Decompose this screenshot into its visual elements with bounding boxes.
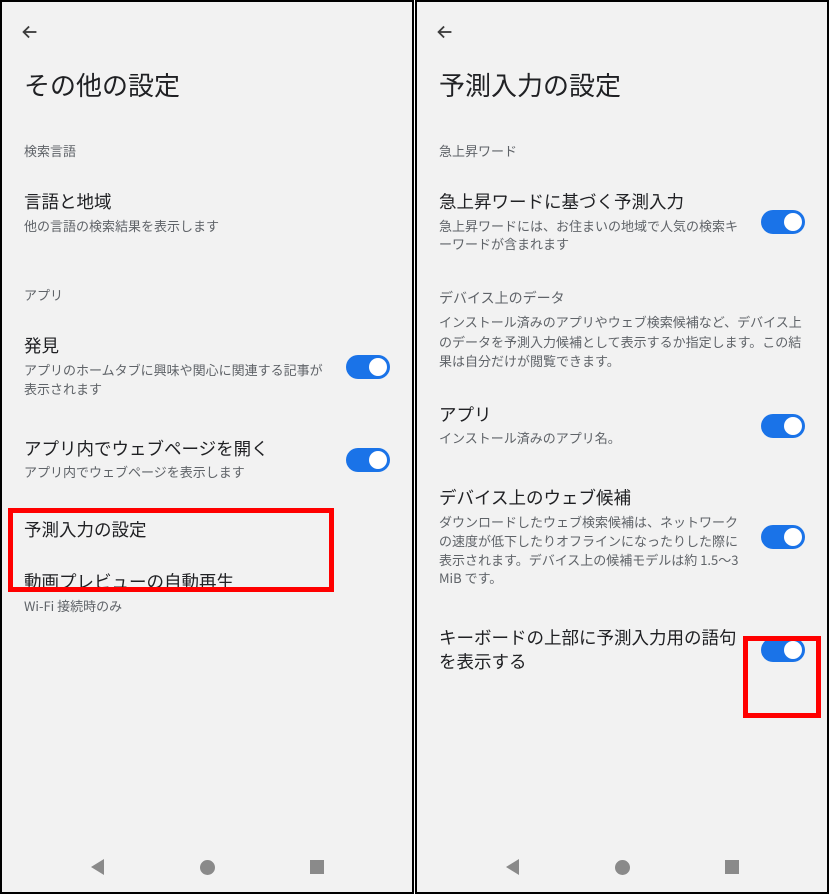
item-sub: ダウンロードしたウェブ検索候補は、ネットワークの速度が低下したりオフラインになっ… <box>439 513 749 588</box>
nav-back-icon[interactable] <box>503 858 521 876</box>
info-text: インストール済みのアプリやウェブ検索候補など、デバイス上のデータを予測入力候補と… <box>439 312 805 371</box>
topbar <box>2 2 412 48</box>
item-video-preview-autoplay[interactable]: 動画プレビューの自動再生 Wi-Fi 接続時のみ <box>24 564 390 629</box>
info-title: デバイス上のデータ <box>439 288 805 308</box>
item-title: アプリ <box>439 403 749 427</box>
section-trending: 急上昇ワード <box>439 129 805 176</box>
nav-home-icon[interactable] <box>198 858 216 876</box>
item-apps[interactable]: アプリ インストール済みのアプリ名。 <box>439 389 805 462</box>
item-device-web-candidates[interactable]: デバイス上のウェブ候補 ダウンロードしたウェブ検索候補は、ネットワークの速度が低… <box>439 472 805 602</box>
item-title: 急上昇ワードに基づく予測入力 <box>439 190 749 214</box>
item-keyboard-predictive-bar[interactable]: キーボードの上部に予測入力用の語句を表示する <box>439 612 805 687</box>
navbar <box>417 842 827 892</box>
item-trending-predictive[interactable]: 急上昇ワードに基づく予測入力 急上昇ワードには、お住まいの地域で人気の検索キーワ… <box>439 176 805 268</box>
back-icon[interactable] <box>433 20 457 44</box>
item-title: アプリ内でウェブページを開く <box>24 437 334 461</box>
device-data-info: デバイス上のデータ インストール済みのアプリやウェブ検索候補など、デバイス上のデ… <box>439 278 805 389</box>
item-open-web-in-app[interactable]: アプリ内でウェブページを開く アプリ内でウェブページを表示します <box>24 423 390 496</box>
nav-home-icon[interactable] <box>613 858 631 876</box>
section-search-language: 検索言語 <box>24 129 390 176</box>
toggle-keyboard-bar[interactable] <box>761 638 805 662</box>
nav-recent-icon[interactable] <box>308 858 326 876</box>
item-title: デバイス上のウェブ候補 <box>439 486 749 510</box>
item-sub: 急上昇ワードには、お住まいの地域で人気の検索キーワードが含まれます <box>439 217 749 255</box>
item-sub: アプリ内でウェブページを表示します <box>24 463 334 482</box>
item-language-region[interactable]: 言語と地域 他の言語の検索結果を表示します <box>24 176 390 249</box>
right-pane: 予測入力の設定 急上昇ワード 急上昇ワードに基づく予測入力 急上昇ワードには、お… <box>415 0 829 894</box>
page-title: その他の設定 <box>2 48 412 129</box>
item-discover[interactable]: 発見 アプリのホームタブに興味や関心に関連する記事が表示されます <box>24 320 390 412</box>
toggle-discover[interactable] <box>346 355 390 379</box>
content: 検索言語 言語と地域 他の言語の検索結果を表示します アプリ 発見 アプリのホー… <box>2 129 412 842</box>
toggle-open-in-app[interactable] <box>346 448 390 472</box>
item-sub: Wi-Fi 接続時のみ <box>24 597 390 616</box>
back-icon[interactable] <box>18 20 42 44</box>
nav-back-icon[interactable] <box>88 858 106 876</box>
item-sub: インストール済みのアプリ名。 <box>439 429 749 448</box>
toggle-trending[interactable] <box>761 210 805 234</box>
left-pane: その他の設定 検索言語 言語と地域 他の言語の検索結果を表示します アプリ 発見… <box>0 0 414 894</box>
item-title: 言語と地域 <box>24 190 390 214</box>
item-title: キーボードの上部に予測入力用の語句を表示する <box>439 626 749 673</box>
toggle-web-candidates[interactable] <box>761 525 805 549</box>
item-title: 発見 <box>24 334 334 358</box>
content: 急上昇ワード 急上昇ワードに基づく予測入力 急上昇ワードには、お住まいの地域で人… <box>417 129 827 842</box>
section-apps: アプリ <box>24 273 390 320</box>
item-title: 予測入力の設定 <box>24 518 390 542</box>
navbar <box>2 842 412 892</box>
nav-recent-icon[interactable] <box>723 858 741 876</box>
page-title: 予測入力の設定 <box>417 48 827 129</box>
item-predictive-input-settings[interactable]: 予測入力の設定 <box>24 496 390 564</box>
toggle-apps[interactable] <box>761 414 805 438</box>
topbar <box>417 2 827 48</box>
item-sub: 他の言語の検索結果を表示します <box>24 217 390 236</box>
item-sub: アプリのホームタブに興味や関心に関連する記事が表示されます <box>24 361 334 399</box>
item-title: 動画プレビューの自動再生 <box>24 570 390 594</box>
